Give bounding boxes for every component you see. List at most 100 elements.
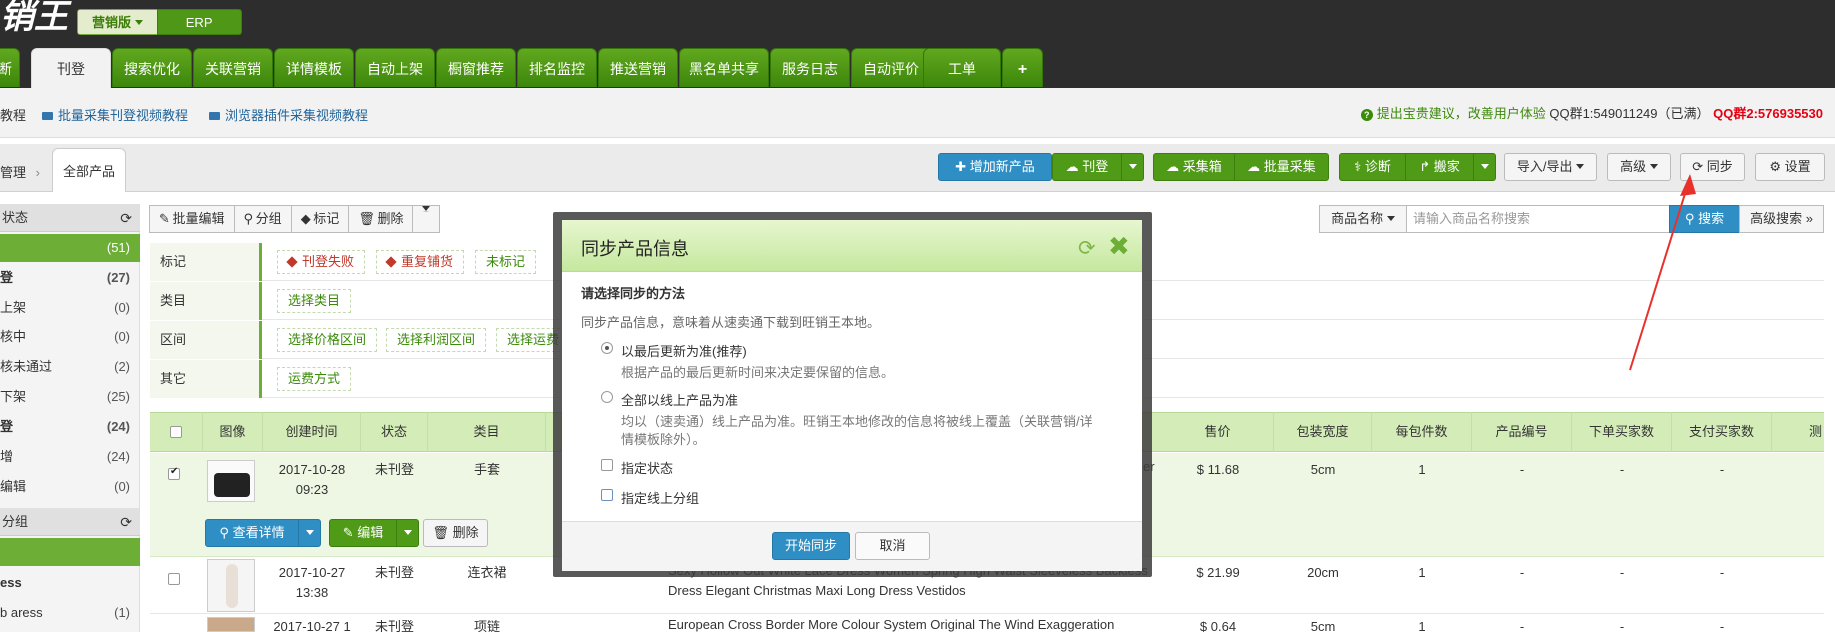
- col-product-no[interactable]: 产品编号: [1472, 412, 1572, 452]
- sidebar-item[interactable]: 编辑 (0): [0, 473, 140, 501]
- breadcrumb-current[interactable]: 全部产品: [52, 148, 126, 192]
- sync-option-online-radio[interactable]: [601, 391, 613, 403]
- sidebar-item[interactable]: 核中 (0): [0, 323, 140, 351]
- publish-button[interactable]: ☁ 刊登: [1052, 153, 1122, 181]
- filter-tag-price-range[interactable]: 选择价格区间: [277, 328, 378, 352]
- specify-status-checkbox[interactable]: [601, 459, 613, 471]
- sync-option-online-label[interactable]: 全部以线上产品为准: [621, 390, 738, 409]
- refresh-icon[interactable]: ⟳: [120, 204, 132, 232]
- edit-button[interactable]: ✎ 编辑: [329, 519, 397, 547]
- sidebar-item[interactable]: 核未通过 (2): [0, 353, 140, 381]
- tutorial-link-0[interactable]: 教程: [0, 105, 26, 124]
- tab-related-marketing[interactable]: 关联营销: [193, 48, 273, 87]
- sidebar-item[interactable]: 登 (24): [0, 413, 140, 441]
- diagnose-button[interactable]: ⚕ 诊断: [1339, 153, 1406, 181]
- filter-tag-profit-range[interactable]: 选择利润区间: [386, 328, 487, 352]
- product-thumbnail[interactable]: [207, 460, 255, 502]
- tab-rank-monitor[interactable]: 排名监控: [517, 48, 597, 87]
- tab-push-marketing[interactable]: 推送营销: [598, 48, 678, 87]
- search-icon: ⚲: [219, 525, 229, 540]
- add-product-button[interactable]: ✚ 增加新产品: [938, 153, 1052, 181]
- sync-option-latest-desc: 根据产品的最后更新时间来决定要保留的信息。: [621, 365, 895, 380]
- col-pack-width[interactable]: 包装宽度: [1274, 412, 1372, 452]
- specify-status-label[interactable]: 指定状态: [621, 458, 673, 477]
- specify-group-checkbox[interactable]: [601, 489, 613, 501]
- suggest-link[interactable]: 提出宝贵建议，改善用户体验: [1377, 106, 1546, 121]
- cell-title[interactable]: European Cross Border More Colour System…: [668, 618, 1158, 632]
- batch-edit-button[interactable]: ✎ 批量编辑: [149, 205, 235, 233]
- tab-add[interactable]: +: [1002, 48, 1043, 87]
- sidebar-item[interactable]: 登 (27): [0, 264, 140, 292]
- sync-option-latest-radio[interactable]: [601, 342, 613, 354]
- tab-ticket[interactable]: 工单: [923, 48, 1001, 87]
- col-order-buyers[interactable]: 下单买家数: [1572, 412, 1672, 452]
- tab-auto-listing[interactable]: 自动上架: [355, 48, 435, 87]
- search-field-select[interactable]: 商品名称: [1319, 205, 1407, 233]
- sidebar-item[interactable]: 下架 (25): [0, 383, 140, 411]
- filter-tag-unmarked[interactable]: 未标记: [475, 250, 537, 274]
- sidebar-group-item[interactable]: ess: [0, 569, 140, 597]
- tab-search-optimize[interactable]: 搜索优化: [112, 48, 192, 87]
- tab-auto-review[interactable]: 自动评价: [851, 48, 931, 87]
- cancel-button[interactable]: 取消: [855, 532, 930, 560]
- tab-window-recommend[interactable]: 橱窗推荐: [436, 48, 516, 87]
- tutorial-link-batch-collect[interactable]: 批量采集刊登视频教程: [42, 105, 188, 124]
- bulk-more-dropdown[interactable]: [412, 205, 441, 233]
- tag-icon: [286, 256, 298, 268]
- sidebar-item[interactable]: 上架 (0): [0, 294, 140, 322]
- tutorial-link-plugin-collect[interactable]: 浏览器插件采集视频教程: [209, 105, 368, 124]
- publish-dropdown[interactable]: [1121, 153, 1144, 181]
- start-sync-button[interactable]: 开始同步: [772, 532, 850, 560]
- filter-tag-category[interactable]: 选择类目: [277, 289, 352, 313]
- sidebar-group-item[interactable]: b aress (1): [0, 599, 140, 627]
- mark-button[interactable]: ◆ 标记: [290, 205, 350, 233]
- filter-tag-publish-failed[interactable]: 刊登失败: [277, 250, 366, 274]
- edition-erp-button[interactable]: ERP: [156, 9, 242, 35]
- col-price[interactable]: 售价: [1162, 412, 1274, 452]
- breadcrumb-parent[interactable]: 管理 ›: [0, 162, 40, 181]
- tab-diagnose[interactable]: 断: [0, 48, 20, 87]
- row-delete-button[interactable]: 🗑 删除: [423, 519, 488, 547]
- refresh-icon[interactable]: ⟳: [1078, 236, 1096, 261]
- sidebar-group-item[interactable]: [0, 538, 140, 566]
- col-category: 类目: [428, 412, 546, 452]
- product-thumbnail[interactable]: [207, 617, 255, 632]
- tab-detail-template[interactable]: 详情模板: [274, 48, 354, 87]
- view-detail-button[interactable]: ⚲ 查看详情: [205, 519, 299, 547]
- cell-no: -: [1519, 565, 1525, 580]
- settings-button[interactable]: ⚙ 设置: [1755, 153, 1825, 181]
- specify-group-label[interactable]: 指定线上分组: [621, 488, 699, 507]
- move-dropdown[interactable]: [1473, 153, 1496, 181]
- row-checkbox[interactable]: [168, 466, 180, 480]
- cell-count: 1: [1418, 565, 1426, 580]
- sidebar-item[interactable]: (51): [0, 234, 140, 262]
- edition-marketing-button[interactable]: 营销版: [77, 9, 157, 35]
- chevron-down-icon: [403, 530, 412, 535]
- col-per-pack[interactable]: 每包件数: [1372, 412, 1472, 452]
- move-button[interactable]: ↱ 搬家: [1405, 153, 1474, 181]
- tab-service-log[interactable]: 服务日志: [770, 48, 850, 87]
- product-thumbnail[interactable]: [207, 559, 255, 612]
- tab-blacklist-share[interactable]: 黑名单共享: [679, 48, 769, 87]
- batch-collect-button[interactable]: ☁ 批量采集: [1234, 153, 1329, 181]
- delete-button[interactable]: 🗑 删除: [348, 205, 414, 233]
- import-export-button[interactable]: 导入/导出: [1504, 153, 1597, 181]
- edit-dropdown[interactable]: [396, 519, 419, 547]
- cell-status: 未刊登: [374, 620, 414, 632]
- col-created[interactable]: 创建时间: [263, 412, 361, 452]
- refresh-icon[interactable]: ⟳: [120, 508, 132, 536]
- collect-box-button[interactable]: ☁ 采集箱: [1153, 153, 1235, 181]
- col-paid-buyers[interactable]: 支付买家数: [1672, 412, 1772, 452]
- tab-publish[interactable]: 刊登: [31, 48, 111, 89]
- sidebar-item[interactable]: 增 (24): [0, 443, 140, 471]
- edit-icon: ✎: [342, 525, 354, 540]
- view-detail-dropdown[interactable]: [298, 519, 321, 547]
- advanced-search-button[interactable]: 高级搜索 »: [1739, 205, 1824, 233]
- filter-tag-shipping[interactable]: 运费方式: [277, 367, 352, 391]
- select-all-checkbox[interactable]: [170, 426, 182, 438]
- group-button[interactable]: ⚲ 分组: [233, 205, 292, 233]
- close-icon[interactable]: ✖: [1108, 231, 1130, 262]
- sync-option-latest-label[interactable]: 以最后更新为准(推荐): [621, 341, 747, 360]
- row-checkbox[interactable]: [168, 573, 180, 585]
- filter-tag-duplicate[interactable]: 重复铺货: [376, 250, 465, 274]
